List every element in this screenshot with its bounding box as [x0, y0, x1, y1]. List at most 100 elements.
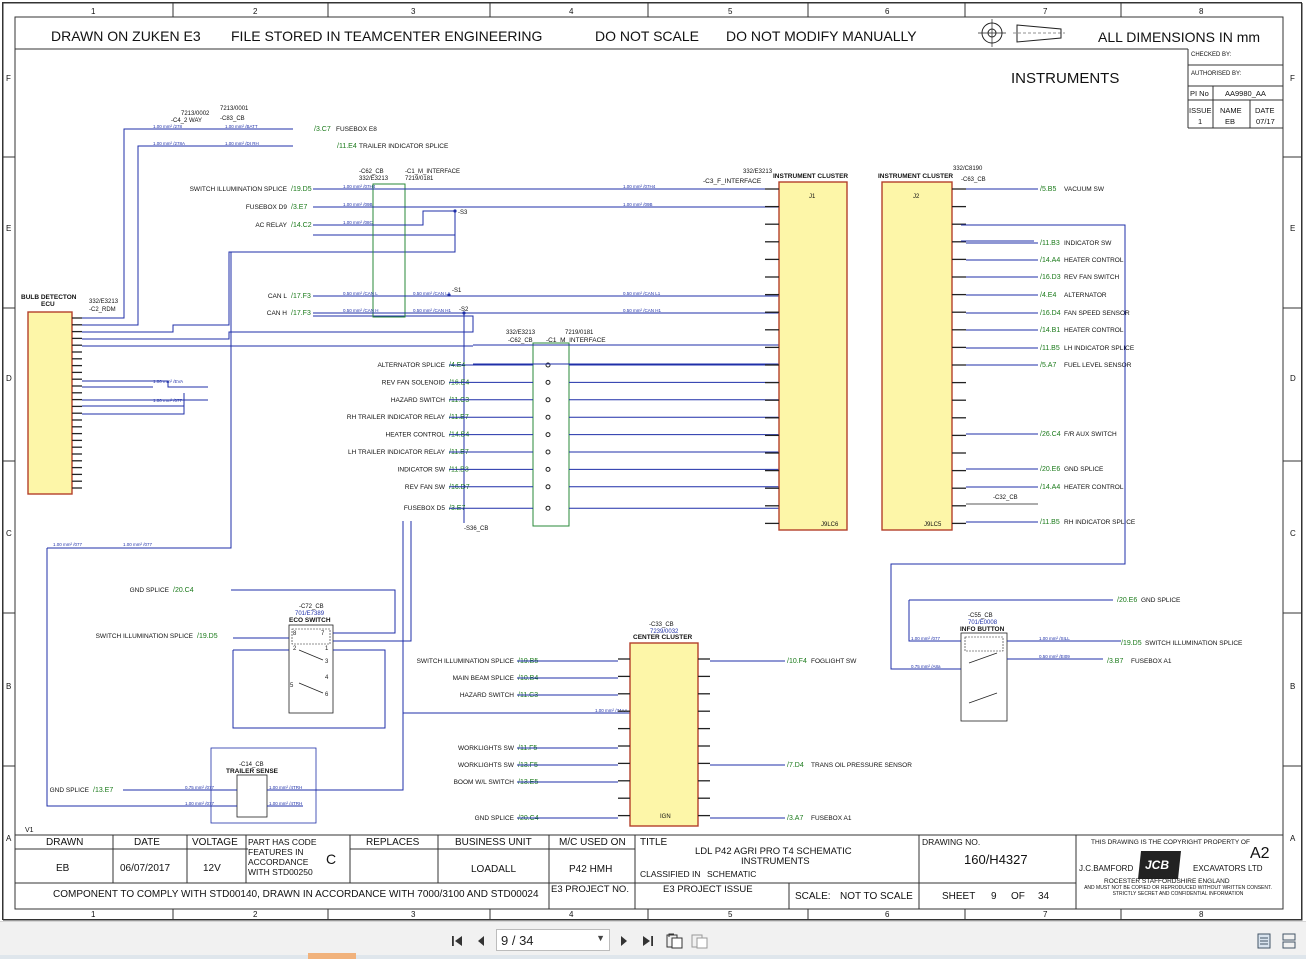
signal-name: GND SPLICE	[130, 587, 170, 594]
classified-label: CLASSIFIED IN	[640, 869, 700, 879]
signal-name: FAN SPEED SENSOR	[1064, 310, 1130, 317]
zone-row-right: E	[1290, 224, 1295, 233]
svg-text:1: 1	[325, 646, 329, 652]
svg-text:1.00 mm² /077: 1.00 mm² /077	[911, 636, 941, 641]
ecu-conn: -C2_RDM	[89, 307, 116, 313]
header-drawn-on: DRAWN ON ZUKEN E3	[51, 28, 201, 44]
ic2-foot: J9LC5	[924, 522, 942, 528]
signal-ref: /17.F3	[291, 310, 311, 317]
svg-text:1.00 mm² /07H4: 1.00 mm² /07H4	[343, 184, 376, 189]
svg-text:1.00 mm² /278: 1.00 mm² /278	[153, 124, 183, 129]
business-unit-value: LOADALL	[471, 864, 516, 875]
continuous-view-button[interactable]	[1279, 931, 1299, 951]
ecu-part: 332/E3213	[89, 299, 119, 305]
ic1-title: INSTRUMENT CLUSTER	[773, 173, 848, 180]
signal-ref: /10.F4	[787, 658, 807, 665]
info-button: -C55_CB 701/E0008 INFO BUTTON 1.00 mm² /…	[891, 599, 1121, 722]
v1-label: V1	[25, 827, 34, 834]
c3-name: -C3_F_INTERFACE	[703, 178, 762, 185]
single-page-view-button[interactable]	[1254, 931, 1274, 951]
zone-col-top: 6	[885, 7, 890, 16]
sheet-label: SHEET	[942, 891, 975, 902]
zone-col-top: 7	[1043, 7, 1048, 16]
svg-text:0.50 mm² /CAN L1: 0.50 mm² /CAN L1	[413, 291, 451, 296]
first-page-button[interactable]	[447, 931, 467, 951]
zone-row-right: D	[1290, 374, 1296, 383]
of-label: OF	[1011, 891, 1025, 902]
c62-mid-name: -C62_CB	[508, 338, 533, 344]
signal-name: FUSEBOX A1	[1131, 658, 1172, 665]
signal-name: SWITCH ILLUMINATION SPLICE	[1145, 640, 1243, 647]
splice-s3: -S3	[458, 210, 468, 216]
zone-columns-bottom	[172, 909, 1122, 920]
svg-text:1.00 mm² /077: 1.00 mm² /077	[53, 542, 83, 547]
signal-name: GND SPLICE	[50, 787, 90, 794]
center-cluster: -C33_CB 7239/0032 CENTER CLUSTER IGN	[618, 622, 710, 827]
c1-mid-part: 7219/0181	[565, 330, 594, 336]
prev-page-button[interactable]	[471, 931, 491, 951]
checked-by-label: CHECKED BY:	[1191, 52, 1232, 58]
date-value: 06/07/2017	[120, 863, 170, 874]
drawn-label: DRAWN	[46, 837, 83, 848]
schematic-sheet: 1122334455667788 FFEEDDCCBBAA DRAWN ON Z…	[2, 2, 1303, 921]
signal-name: WORKLIGHTS SW	[458, 745, 515, 752]
svg-text:3: 3	[325, 659, 329, 665]
signal-name: INDICATOR SW	[398, 466, 446, 473]
ecu-label-2: ECU	[41, 301, 55, 308]
c62-top-part: 332/E3213	[359, 176, 389, 182]
signal-name: TRANS OIL PRESSURE SENSOR	[811, 762, 912, 769]
svg-text:1.00 mm² /BATT: 1.00 mm² /BATT	[225, 124, 258, 129]
zone-row-right: F	[1290, 74, 1295, 83]
connector-pin	[545, 414, 551, 420]
signal-name: FUSEBOX E8	[336, 126, 377, 133]
e3-project-no: E3 PROJECT NO.	[551, 884, 629, 895]
signal-name: REV FAN SWITCH	[1064, 274, 1120, 281]
signal-ref: /13.E7	[93, 787, 113, 794]
signal-name: FOGLIGHT SW	[811, 658, 857, 665]
pi-no-value: AA9980_AA	[1225, 89, 1266, 98]
svg-text:1.00 mm² /278A: 1.00 mm² /278A	[153, 141, 185, 146]
signal-ref: /26.C4	[1040, 431, 1061, 438]
signal-name: FUSEBOX D5	[404, 505, 446, 512]
e3-project-issue: E3 PROJECT ISSUE	[663, 884, 753, 895]
svg-text:1.00 mm² /077: 1.00 mm² /077	[153, 398, 183, 403]
next-page-button[interactable]	[614, 931, 634, 951]
copy-icon	[691, 934, 708, 949]
company-left: J.C.BAMFORD	[1079, 864, 1133, 873]
pi-no-label: PI No	[1190, 89, 1209, 98]
signal-name: HAZARD SWITCH	[391, 397, 445, 404]
last-page-button[interactable]	[638, 931, 658, 951]
signal-name: SWITCH ILLUMINATION SPLICE	[96, 633, 194, 640]
signal-ref: /20.C4	[173, 587, 194, 594]
instrument-cluster-j1: INSTRUMENT CLUSTER 332/E3213 -C3_F_INTER…	[703, 169, 848, 531]
sheet-value: 9	[991, 891, 997, 902]
zone-row-left: A	[6, 834, 12, 843]
svg-text:7: 7	[321, 631, 325, 637]
svg-text:0.50 mm² /CAN H1: 0.50 mm² /CAN H1	[623, 308, 662, 313]
first-page-icon	[452, 936, 462, 946]
location-text: ROCESTER STAFFORDSHIRE ENGLAND	[1104, 878, 1230, 885]
connector-c4-c83: 7213/0002 -C4_2 WAY 7213/0001 -C83_CB 1.…	[153, 106, 259, 146]
trailer-sense: -C14_CB TRAILER SENSE 0.75 mm² /077 1.00…	[46, 521, 404, 824]
signal-ref: /16.D3	[1040, 274, 1061, 281]
zone-row-left: D	[6, 374, 12, 383]
rotate-view-button[interactable]	[665, 931, 685, 951]
bottom-strip	[0, 955, 1306, 959]
signal-ref: /11.B5	[1040, 519, 1060, 526]
page-select[interactable]: 9 / 34 ▼	[496, 929, 610, 951]
connector-pin	[545, 466, 551, 472]
voltage-label: VOLTAGE	[192, 837, 238, 848]
last-page-icon	[643, 936, 653, 946]
signal-ref: /3.C7	[314, 126, 331, 133]
c33-title: CENTER CLUSTER	[633, 634, 693, 641]
c63-part: 332/C8190	[953, 166, 983, 172]
title-block: DRAWN EB DATE 06/07/2017 VOLTAGE 12V PAR…	[15, 834, 1283, 909]
c62-c1-mid-interface: 332/E3213 -C62_CB 7219/0181 -C1_M_INTERF…	[464, 330, 606, 532]
svg-text:0.50 mm² /CAN L: 0.50 mm² /CAN L	[343, 291, 378, 296]
scale-value: NOT TO SCALE	[840, 891, 913, 902]
svg-text:1.00 mm² /EVA: 1.00 mm² /EVA	[153, 379, 183, 384]
prev-page-icon	[478, 936, 484, 946]
chevron-down-icon: ▼	[596, 933, 605, 943]
page-indicator: 9 / 34	[501, 932, 534, 948]
copy-page-button[interactable]	[690, 931, 710, 951]
